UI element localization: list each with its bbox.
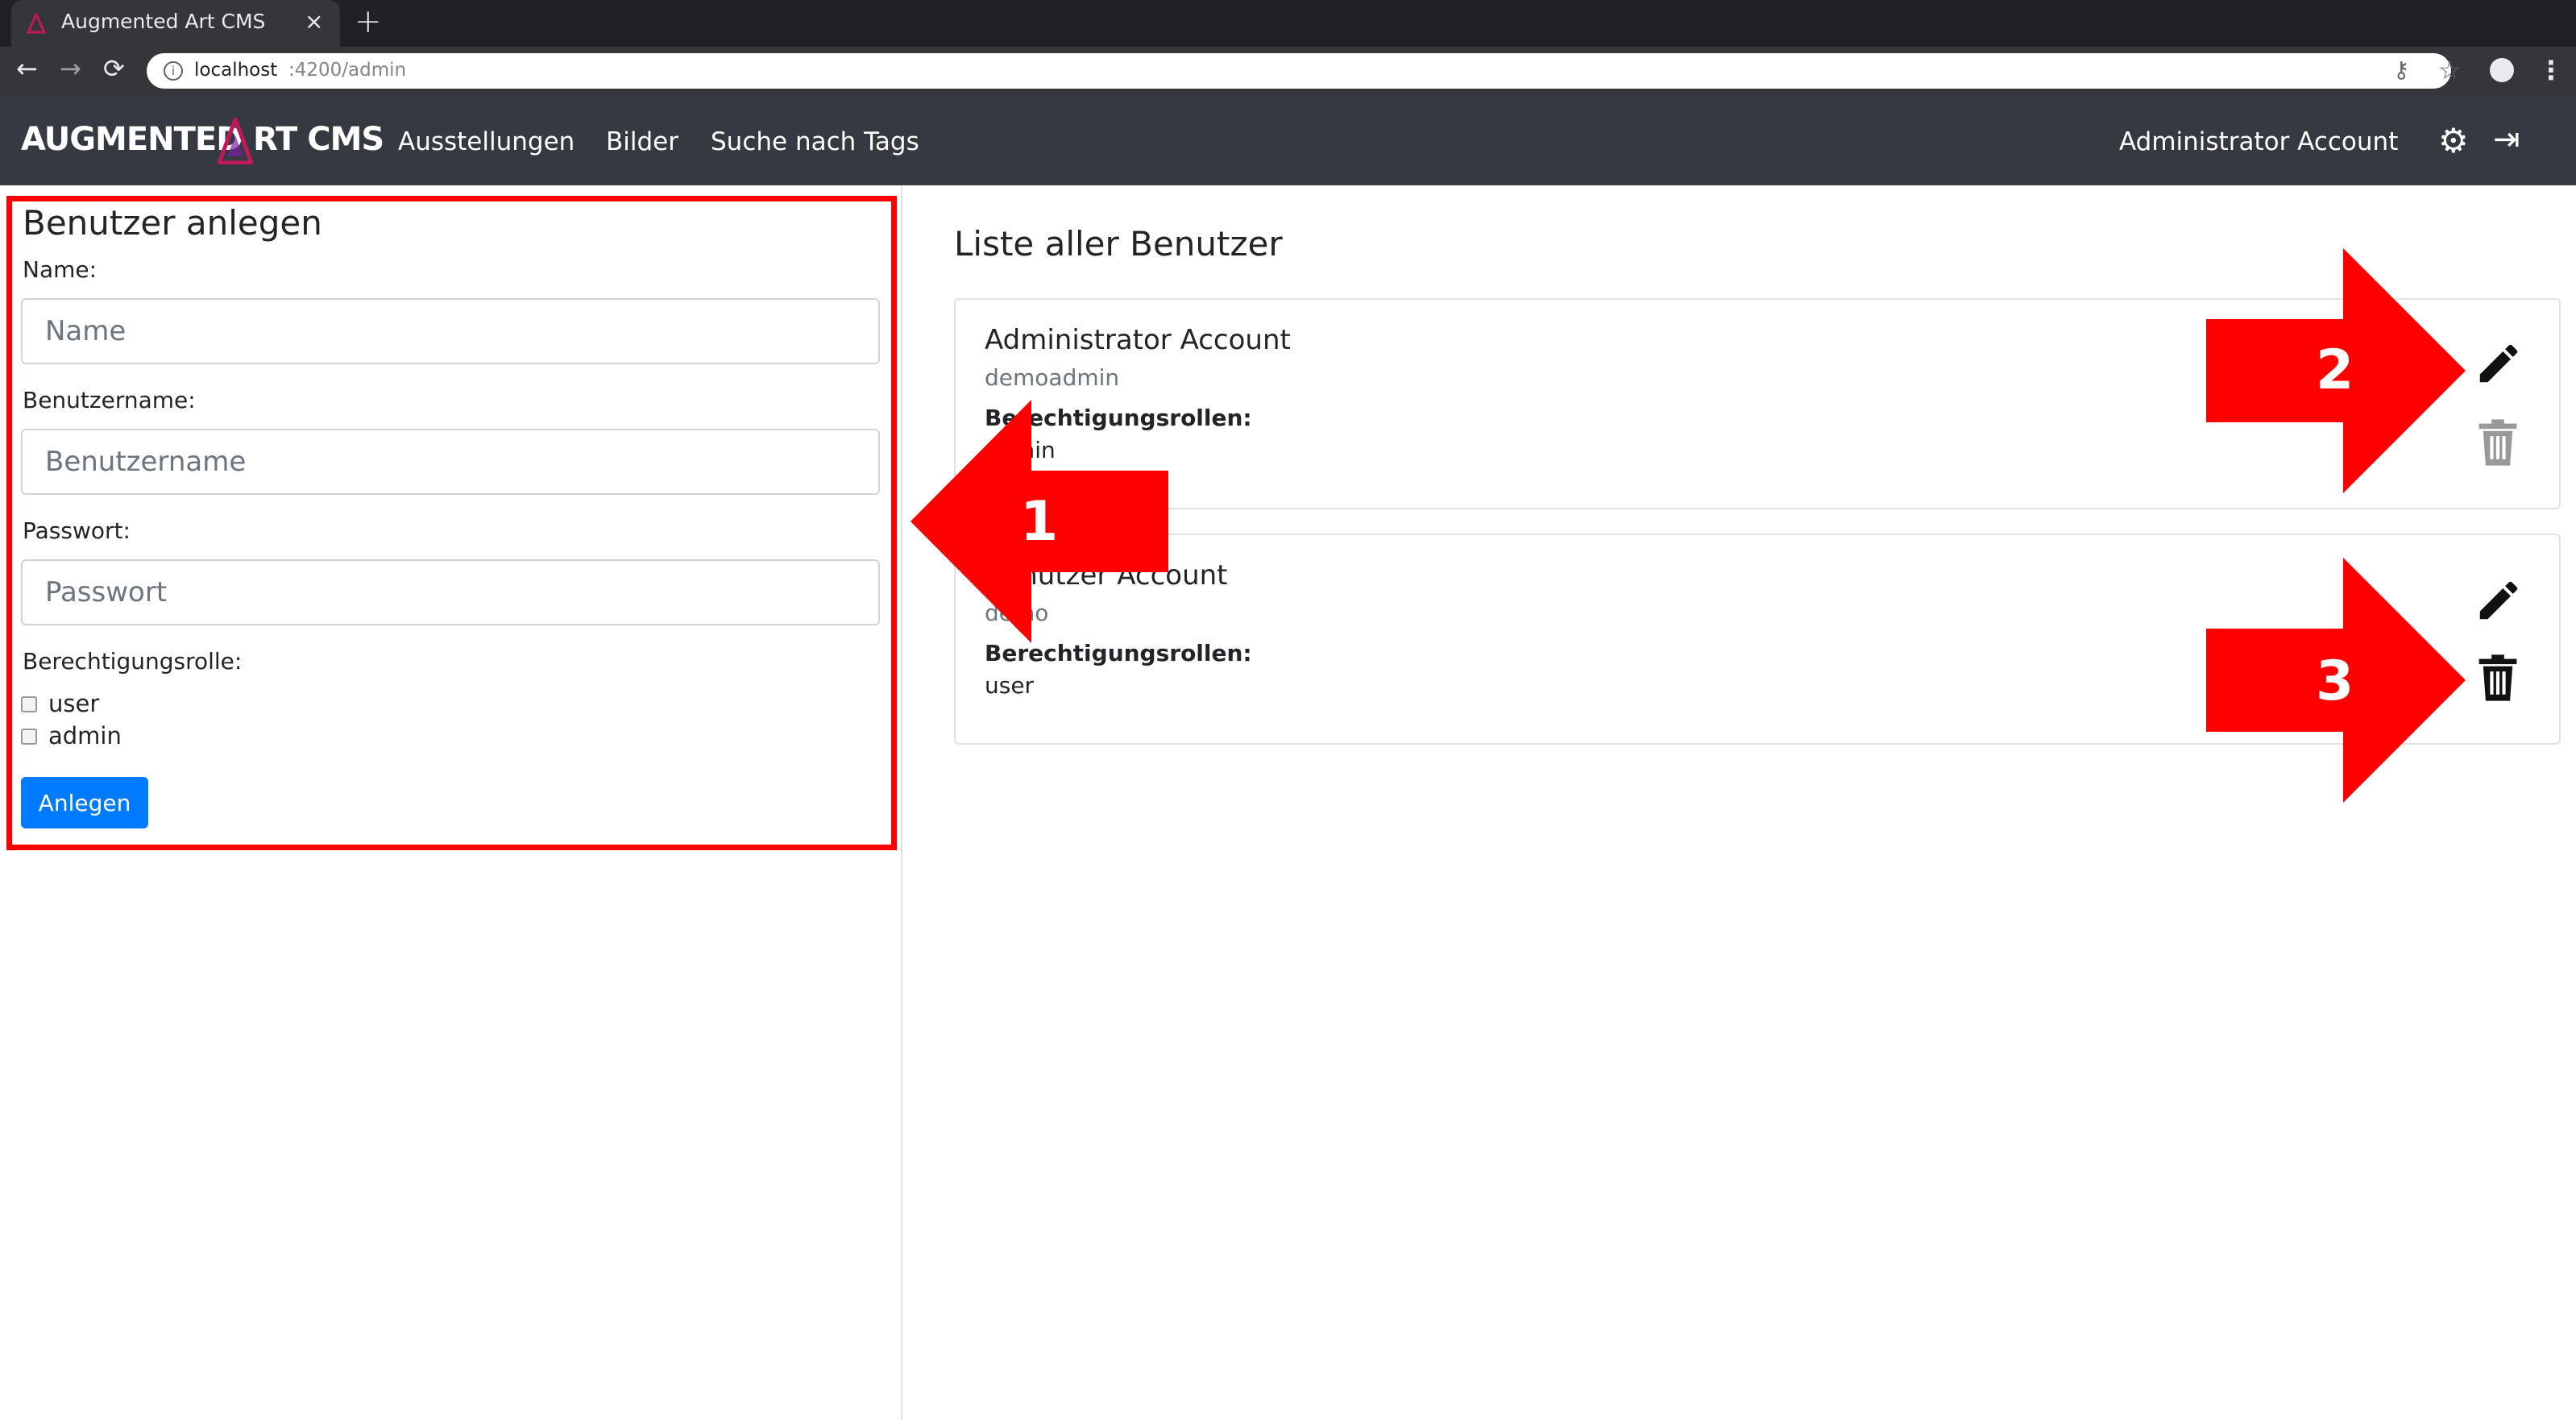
brand-prefix[interactable]: AUGMENTED [21,121,243,158]
forward-icon[interactable]: → [60,53,81,84]
roles-value: user [985,672,1035,699]
address-bar[interactable] [147,53,2451,89]
new-tab-icon[interactable]: + [355,3,382,40]
annotation-number-3: 3 [2316,650,2354,713]
name-label: Name: [23,256,97,283]
name-input[interactable] [21,298,880,364]
annotation-number-1: 1 [1020,490,1059,554]
edit-pencil-icon[interactable] [2474,338,2524,388]
panel-divider [901,185,902,1420]
role-admin-checkbox[interactable] [21,729,37,745]
role-admin-label: admin [48,722,122,749]
user-list-title: Liste aller Benutzer [954,224,1283,264]
back-icon[interactable]: ← [16,53,38,84]
roles-label: Berechtigungsrollen: [985,640,1252,666]
nav-tag-search[interactable]: Suche nach Tags [711,127,919,156]
brand-suffix[interactable]: RT CMS [253,121,384,158]
key-icon[interactable]: ⚷ [2393,56,2410,83]
browser-menu-icon[interactable]: ⋮ [2538,55,2564,85]
url-host: localhost [194,60,278,81]
annotation-number-2: 2 [2316,338,2354,402]
nav-ausstellungen[interactable]: Ausstellungen [398,127,575,156]
browser-tabbar [0,0,2576,47]
role-user-checkbox[interactable] [21,696,37,712]
logout-icon[interactable]: ⇥ [2493,121,2520,158]
bookmark-star-icon[interactable]: ☆ [2438,55,2462,85]
reload-icon[interactable]: ⟳ [103,53,125,84]
delete-trash-icon[interactable] [2477,654,2519,701]
user-login: demoadmin [985,364,1120,391]
site-info-icon[interactable]: i [164,61,183,81]
edit-pencil-icon[interactable] [2474,575,2524,625]
settings-gear-icon[interactable]: ⚙ [2438,121,2469,160]
highlight-box [6,196,897,850]
brand-logo-icon [218,118,253,164]
username-label: Benutzername: [23,387,196,413]
tab-title: Augmented Art CMS [61,10,266,33]
url-path: :4200/admin [288,60,407,81]
create-user-button[interactable]: Anlegen [21,777,148,828]
nav-bilder[interactable]: Bilder [606,127,678,156]
delete-trash-icon[interactable] [2477,419,2519,466]
role-user-label: user [48,690,100,717]
role-label: Berechtigungsrolle: [23,648,243,675]
username-input[interactable] [21,429,880,495]
favicon-icon [26,13,47,34]
user-name: Administrator Account [985,324,1291,356]
password-label: Passwort: [23,517,131,544]
password-input[interactable] [21,559,880,625]
form-title: Benutzer anlegen [23,203,322,243]
nav-account[interactable]: Administrator Account [2119,127,2398,156]
profile-icon[interactable] [2490,58,2514,82]
tab-close-icon[interactable]: × [305,8,323,35]
